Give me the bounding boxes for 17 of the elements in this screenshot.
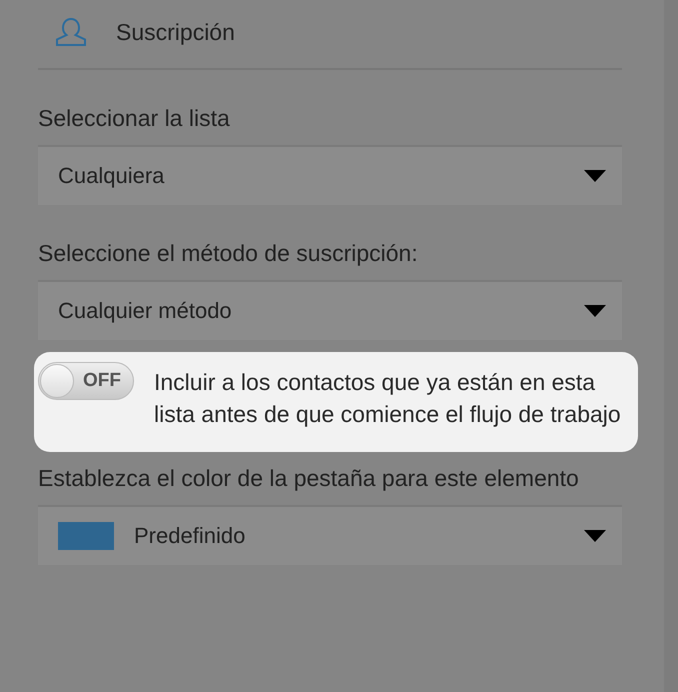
caret-icon (584, 305, 606, 317)
dropdown[interactable]: Cualquier método (38, 280, 622, 340)
toggle-switch[interactable]: OFF (38, 362, 134, 400)
toggle-label: Incluir a los contactos que ya están en esta lista antes de que comience el flujo de trabajo (154, 368, 622, 429)
dropdown-value: Cualquiera (58, 163, 166, 189)
field-label: Seleccionar la lista (38, 104, 231, 133)
toggle-state: OFF (83, 370, 121, 392)
field-label: Establezca el color de la pestaña para este elemento (38, 464, 580, 493)
dropdown[interactable]: Predefinido (38, 505, 622, 565)
section-title: Suscripción (116, 19, 235, 46)
dropdown-value: Predefinido (134, 523, 246, 549)
caret-icon (584, 170, 606, 182)
dropdown[interactable]: Cualquiera (38, 145, 622, 205)
field-label: Seleccione el método de suscripción: (38, 239, 419, 268)
dropdown-value: Cualquier método (58, 298, 233, 324)
caret-icon (584, 530, 606, 542)
user-icon (54, 17, 88, 47)
